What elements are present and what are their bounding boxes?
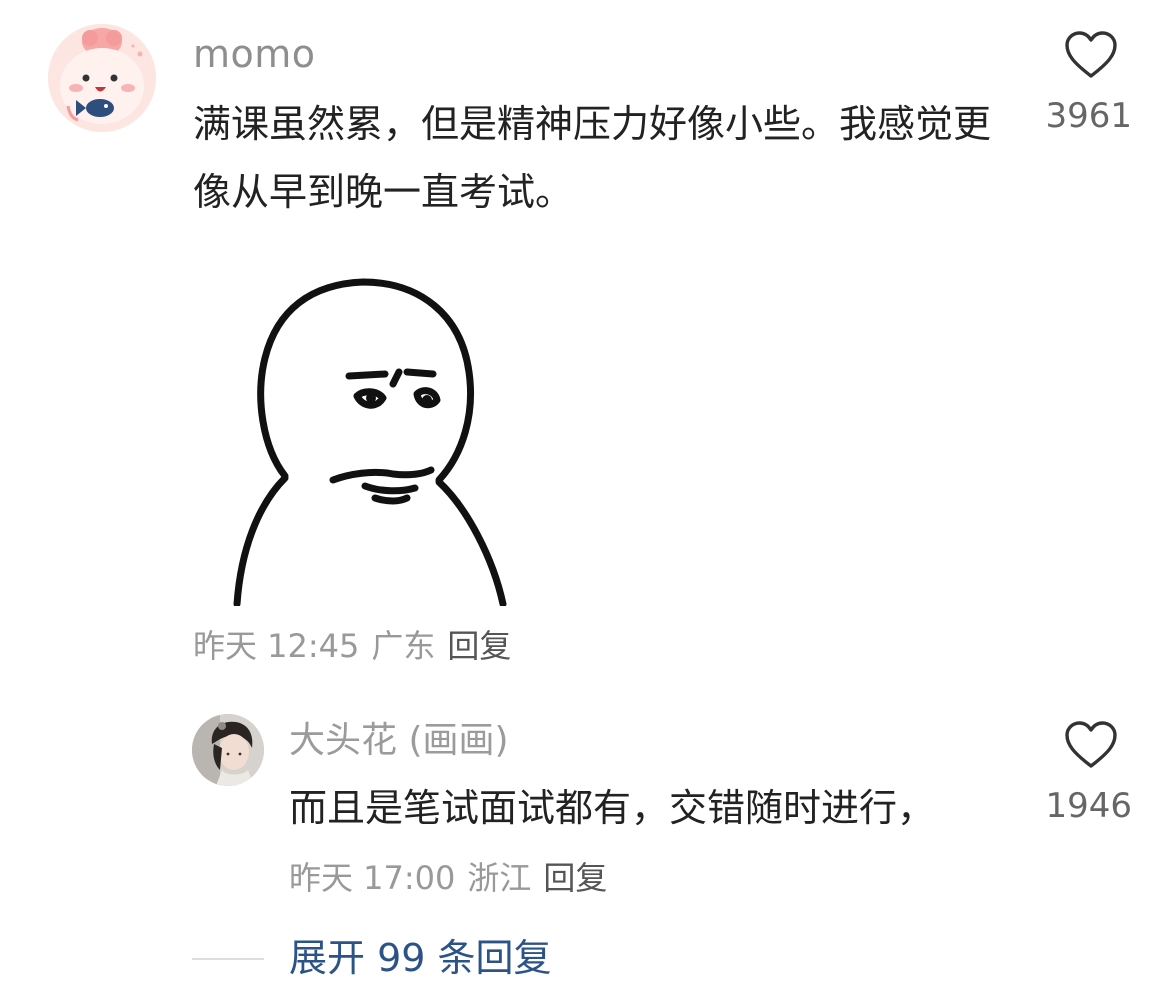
reply-location: 浙江 <box>467 859 532 897</box>
comment-text: 满课虽然累，但是精神压力好像小些。我感觉更像从早到晚一直考试。 <box>193 102 992 214</box>
comment-timestamp: 昨天 12:45 <box>193 627 360 665</box>
heart-outline-icon <box>1065 31 1117 78</box>
reply-button[interactable]: 回复 <box>447 627 511 665</box>
comment-meta: 昨天 12:45 广东 回复 <box>193 624 511 668</box>
reply-text-block: 而且是笔试面试都有，交错随时进行， 昨天 17:00 浙江 回复 <box>289 774 989 912</box>
comment-sticker-image[interactable] <box>193 248 549 608</box>
reply-avatar[interactable] <box>192 714 264 786</box>
reply-like-count: 1946 <box>1045 786 1132 826</box>
reply-text: 而且是笔试面试都有，交错随时进行， <box>289 786 936 830</box>
expand-divider <box>192 958 264 960</box>
reply-username[interactable]: 大头花 (画画) <box>289 716 509 766</box>
reply-reply-button[interactable]: 回复 <box>543 859 607 897</box>
reply-timestamp: 昨天 17:00 <box>289 859 456 897</box>
expand-replies-button[interactable]: 展开 99 条回复 <box>289 932 552 984</box>
like-button[interactable] <box>1064 30 1118 80</box>
portrait-avatar-icon <box>192 714 264 786</box>
commenter-username[interactable]: momo <box>193 30 316 78</box>
heart-outline-icon <box>1065 721 1117 768</box>
comment-location: 广东 <box>371 627 436 665</box>
reply-like-button[interactable] <box>1064 720 1118 770</box>
commenter-avatar[interactable] <box>48 24 156 132</box>
cartoon-avatar-icon <box>48 24 156 132</box>
blank-face-meme-sticker-icon <box>233 278 507 608</box>
like-count: 3961 <box>1045 96 1132 136</box>
reply-meta: 昨天 17:00 浙江 回复 <box>289 859 607 897</box>
